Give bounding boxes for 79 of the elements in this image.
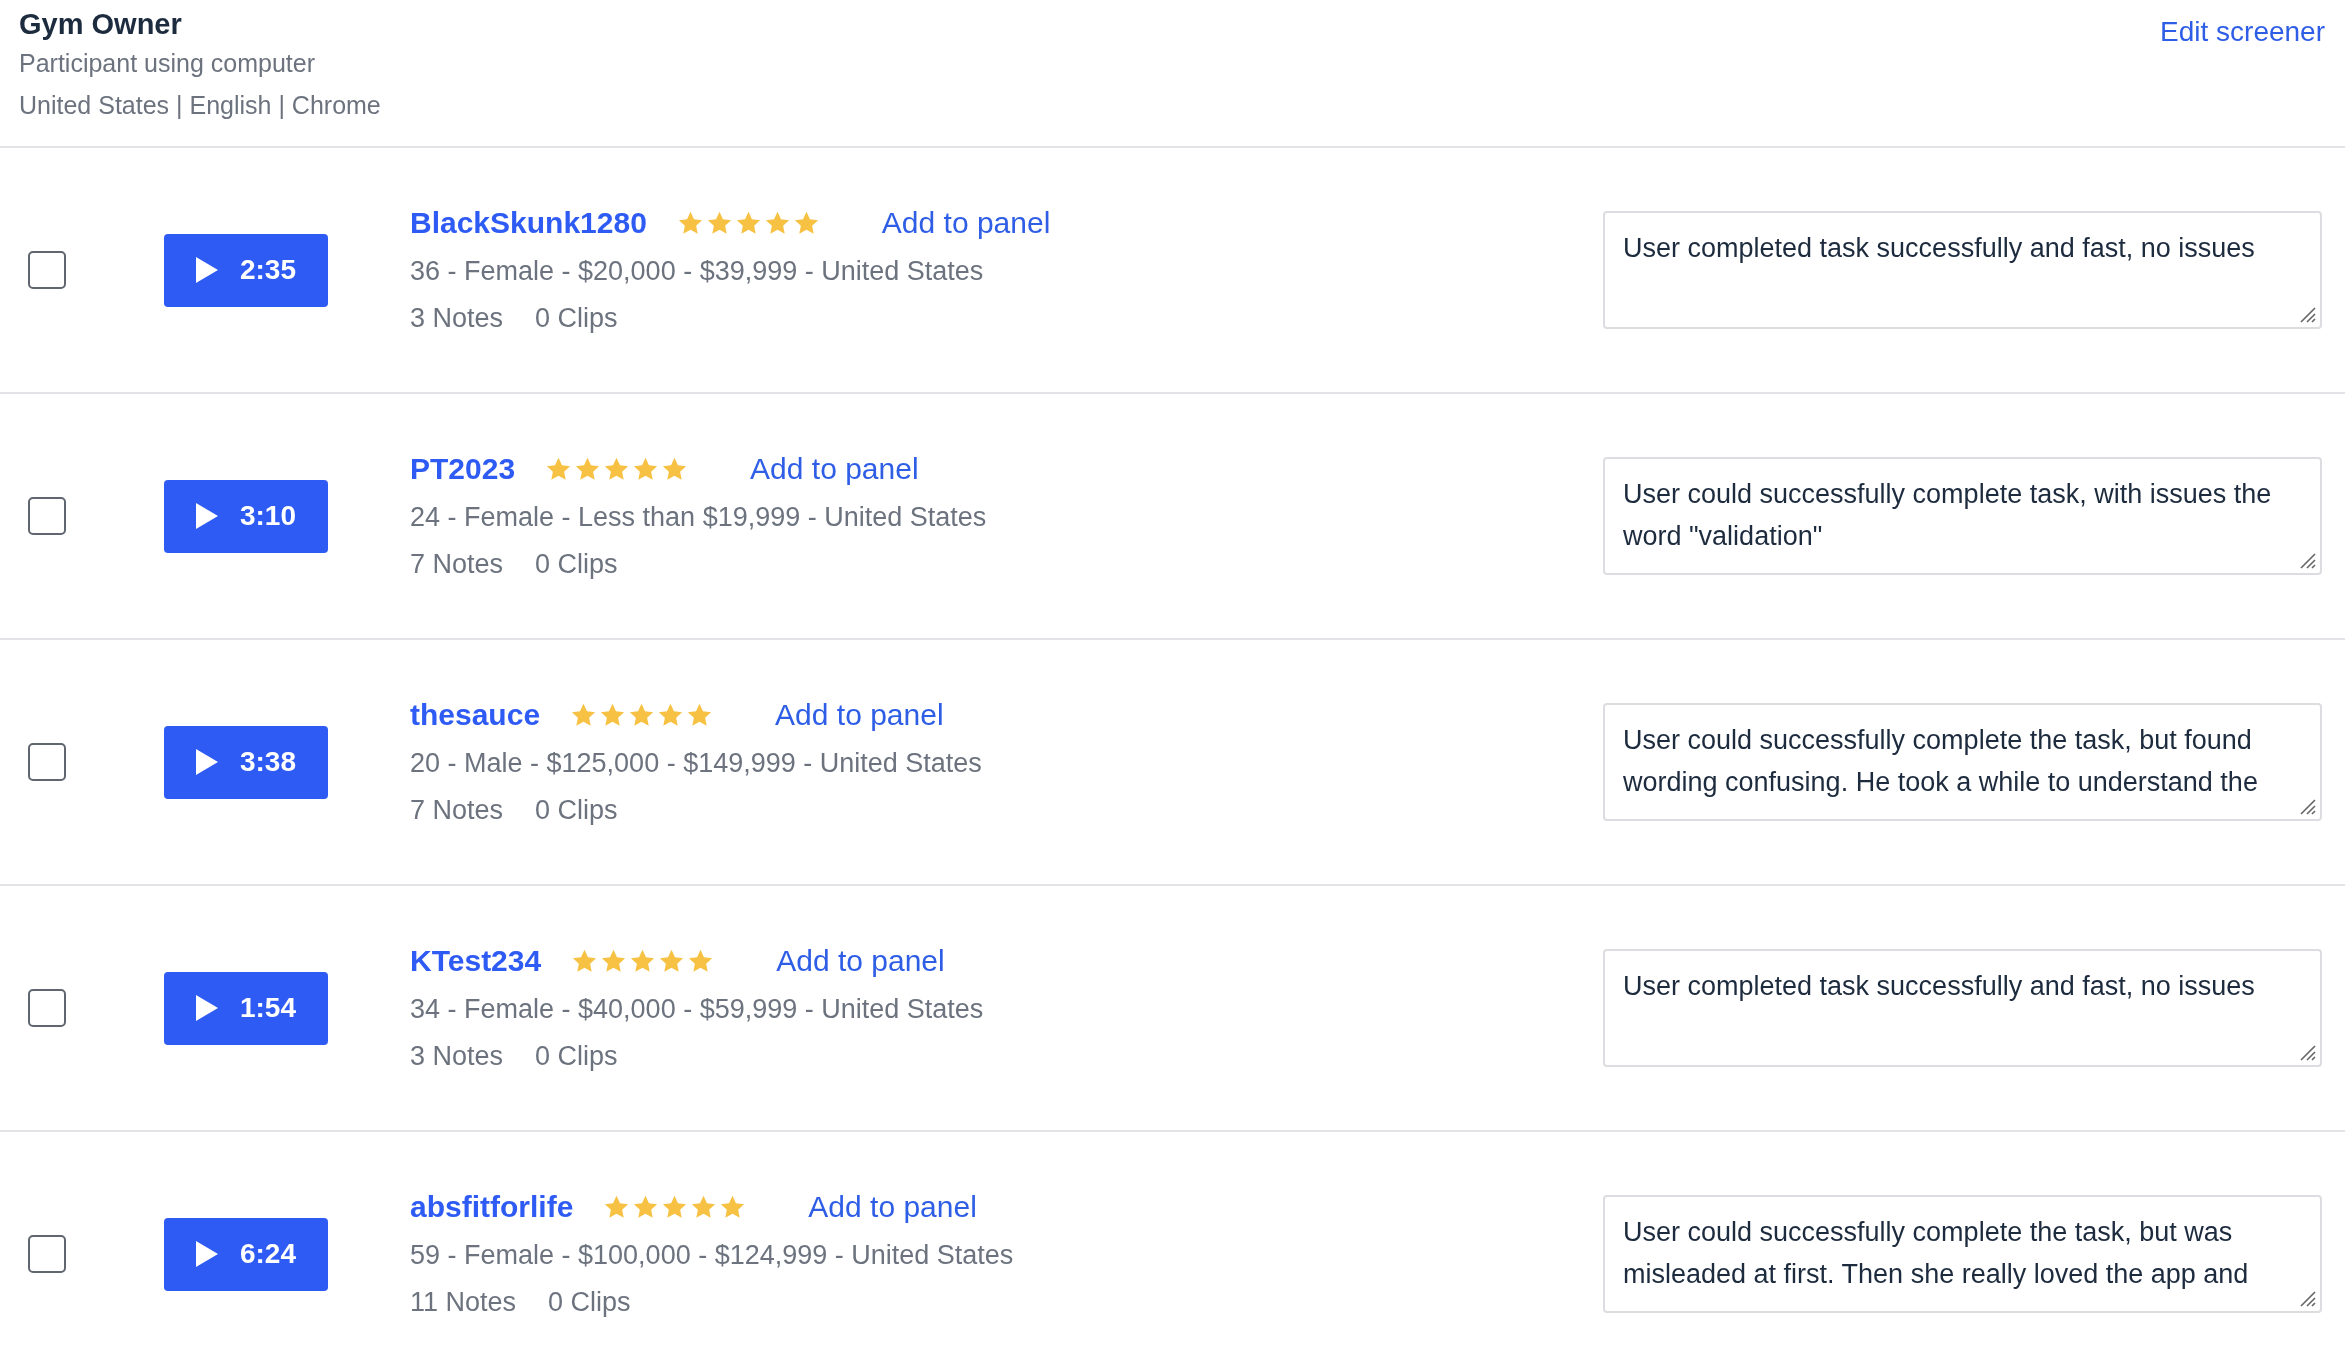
participant-details: 20 - Male - $125,000 - $149,999 - United States (410, 748, 983, 779)
play-icon (195, 1241, 218, 1267)
star-icon (763, 210, 791, 236)
clips-count: 0 Clips (535, 795, 618, 826)
star-icon (658, 948, 686, 974)
participant-details: 24 - Female - Less than $19,999 - United States (410, 502, 988, 533)
participant-name-link[interactable]: PT2023 (410, 452, 516, 486)
star-icon (603, 1194, 631, 1220)
screener-title: Gym Owner (19, 7, 182, 42)
star-icon (570, 702, 598, 728)
star-icon (632, 456, 660, 482)
star-icon (686, 702, 714, 728)
star-icon (690, 1194, 718, 1220)
note-field[interactable]: User could successfully complete the task, but was misleaded at first. Then she really loved the app and (1603, 1195, 2322, 1313)
play-button[interactable]: 2:35 (164, 233, 328, 307)
play-icon (195, 503, 218, 529)
play-icon (195, 749, 218, 775)
notes-count: 7 Notes (410, 549, 504, 580)
clips-count: 0 Clips (535, 1041, 618, 1072)
resize-grip-icon (2298, 551, 2316, 569)
star-icon (719, 1194, 747, 1220)
participant-name-link[interactable]: absfitforlife (410, 1190, 574, 1224)
add-to-panel-link[interactable]: Add to panel (775, 698, 944, 732)
star-icon (687, 948, 715, 974)
edit-screener-link[interactable]: Edit screener (2160, 16, 2325, 48)
participant-name-link[interactable]: thesauce (410, 698, 541, 732)
add-to-panel-link[interactable]: Add to panel (808, 1190, 977, 1224)
star-icon (628, 702, 656, 728)
notes-count: 7 Notes (410, 795, 504, 826)
star-icon (792, 210, 820, 236)
note-field[interactable]: User completed task successfully and fast, no issues (1603, 949, 2322, 1067)
star-icon (600, 948, 628, 974)
star-icon (632, 1194, 660, 1220)
screener-meta: United States | English | Chrome (19, 90, 381, 121)
star-icon (603, 456, 631, 482)
star-icon (571, 948, 599, 974)
star-icon (676, 210, 704, 236)
star-icon (661, 456, 689, 482)
note-field[interactable]: User could successfully complete task, with issues the word "validation" (1603, 457, 2322, 575)
play-button[interactable]: 1:54 (164, 971, 328, 1045)
play-button[interactable]: 3:38 (164, 725, 328, 799)
add-to-panel-link[interactable]: Add to panel (776, 944, 945, 978)
participant-details: 36 - Female - $20,000 - $39,999 - United States (410, 256, 985, 287)
star-icon (657, 702, 685, 728)
note-field[interactable]: User completed task successfully and fast, no issues (1603, 211, 2322, 329)
note-field[interactable]: User could successfully complete the task, but found wording confusing. He took a while to understand the (1603, 703, 2322, 821)
screener-subtitle: Participant using computer (19, 48, 315, 79)
clips-count: 0 Clips (535, 303, 618, 334)
clips-count: 0 Clips (548, 1287, 631, 1318)
participant-name-link[interactable]: BlackSkunk1280 (410, 206, 647, 240)
notes-count: 3 Notes (410, 1041, 504, 1072)
participant-details: 34 - Female - $40,000 - $59,999 - United States (410, 994, 985, 1025)
checkbox[interactable] (28, 251, 66, 289)
participant-name-link[interactable]: KTest234 (410, 944, 542, 978)
checkbox[interactable] (28, 1235, 66, 1273)
checkbox[interactable] (28, 989, 66, 1027)
resize-grip-icon (2298, 1043, 2316, 1061)
resize-grip-icon (2298, 305, 2316, 323)
play-icon (195, 257, 218, 283)
add-to-panel-link[interactable]: Add to panel (881, 206, 1051, 240)
star-icon (734, 210, 762, 236)
checkbox[interactable] (28, 743, 66, 781)
star-icon (545, 456, 573, 482)
notes-count: 11 Notes (410, 1287, 517, 1318)
star-icon (661, 1194, 689, 1220)
play-button[interactable]: 3:10 (164, 479, 328, 553)
play-button[interactable]: 6:24 (164, 1217, 328, 1291)
star-icon (705, 210, 733, 236)
checkbox[interactable] (28, 497, 66, 535)
play-icon (195, 995, 218, 1021)
notes-count: 3 Notes (410, 303, 504, 334)
participant-details: 59 - Female - $100,000 - $124,999 - United States (410, 1240, 1015, 1271)
star-icon (599, 702, 627, 728)
star-icon (574, 456, 602, 482)
resize-grip-icon (2298, 797, 2316, 815)
star-icon (629, 948, 657, 974)
resize-grip-icon (2298, 1289, 2316, 1307)
clips-count: 0 Clips (535, 549, 618, 580)
add-to-panel-link[interactable]: Add to panel (750, 452, 919, 486)
